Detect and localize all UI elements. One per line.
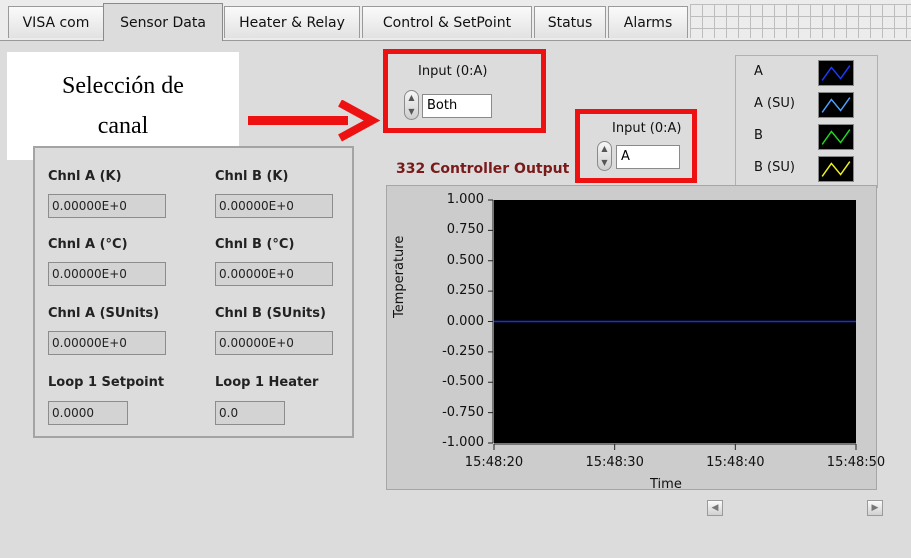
tab-control-setpoint[interactable]: Control & SetPoint [362,6,532,38]
y-tick-label: 0.750 [446,222,484,238]
input-1-spinner[interactable]: ▲ ▼ [404,90,419,120]
chnl-b-k-value: 0.00000E+0 [215,194,333,218]
chnl-a-su-value: 0.00000E+0 [48,331,166,355]
legend-swatch-b [818,124,854,150]
chnl-a-k-label: Chnl A (K) [48,169,122,184]
tab-status[interactable]: Status [534,6,606,38]
chnl-a-c-label: Chnl A (°C) [48,237,128,252]
y-axis-label: Temperature [392,235,407,318]
x-tick-label: 15:48:50 [826,455,886,470]
input-1-field[interactable]: Both [422,94,492,118]
y-tick-label: -0.750 [442,404,484,420]
chnl-b-c-label: Chnl B (°C) [215,237,295,252]
chnl-b-su-value: 0.00000E+0 [215,331,333,355]
y-tick-label: 0.250 [446,283,484,299]
x-tick-label: 15:48:30 [585,455,644,470]
tab-heater-relay[interactable]: Heater & Relay [224,6,360,38]
y-tick-label: -1.000 [442,435,484,450]
legend-item-b-su[interactable]: B (SU) [736,154,879,184]
x-tick-label: 15:48:40 [706,455,765,470]
x-tick-label: 15:48:20 [464,455,524,470]
scroll-left-button[interactable]: ◀ [707,500,723,516]
chnl-a-c-value: 0.00000E+0 [48,262,166,286]
legend-item-a-su[interactable]: A (SU) [736,90,879,120]
x-axis-label: Time [650,477,682,489]
y-tick-label: 1.000 [446,192,484,207]
annotation-box: Selección de canal [7,52,239,160]
legend-swatch-a-su [818,92,854,118]
annotation-line-2: canal [97,113,149,139]
legend-label-a: A [754,64,763,79]
legend-item-a[interactable]: A [736,58,879,88]
tab-strip-grid [690,4,911,38]
input-2-field[interactable]: A [616,145,680,169]
chnl-a-k-value: 0.00000E+0 [48,194,166,218]
legend-item-b[interactable]: B [736,122,879,152]
tab-visa-com[interactable]: VISA com [8,6,104,38]
legend-label-b: B [754,128,763,143]
y-tick-label: 0.500 [446,252,484,268]
chnl-b-k-label: Chnl B (K) [215,169,289,184]
chart-title: 332 Controller Output [396,161,570,177]
chnl-a-su-label: Chnl A (SUnits) [48,306,160,321]
legend-label-b-su: B (SU) [754,160,795,175]
y-tick-label: -0.250 [442,343,484,359]
input-1-label: Input (0:A) [418,64,488,79]
plot-area[interactable] [494,200,856,443]
input-2-label: Input (0:A) [612,121,682,136]
input-2-spinner[interactable]: ▲ ▼ [597,141,612,171]
legend-label-a-su: A (SU) [754,96,795,111]
chnl-b-su-label: Chnl B (SUnits) [215,306,326,321]
y-tick-label: 0.000 [446,313,484,329]
legend-swatch-b-su [818,156,854,182]
loop1-heater-label: Loop 1 Heater [215,375,319,390]
readouts-group [33,146,354,438]
annotation-arrow [248,100,381,142]
legend-swatch-a [818,60,854,86]
loop1-setpoint-value: 0.0000 [48,401,128,425]
scroll-right-button[interactable]: ▶ [867,500,883,516]
tab-alarms[interactable]: Alarms [608,6,688,38]
plot-legend: A A (SU) B B (SU) [735,55,878,188]
y-tick-label: -0.500 [442,374,484,390]
annotation-line-1: Selección de [62,73,184,99]
loop1-heater-value: 0.0 [215,401,285,425]
loop1-setpoint-label: Loop 1 Setpoint [48,375,165,390]
chnl-b-c-value: 0.00000E+0 [215,262,333,286]
tab-sensor-data[interactable]: Sensor Data [103,3,223,41]
